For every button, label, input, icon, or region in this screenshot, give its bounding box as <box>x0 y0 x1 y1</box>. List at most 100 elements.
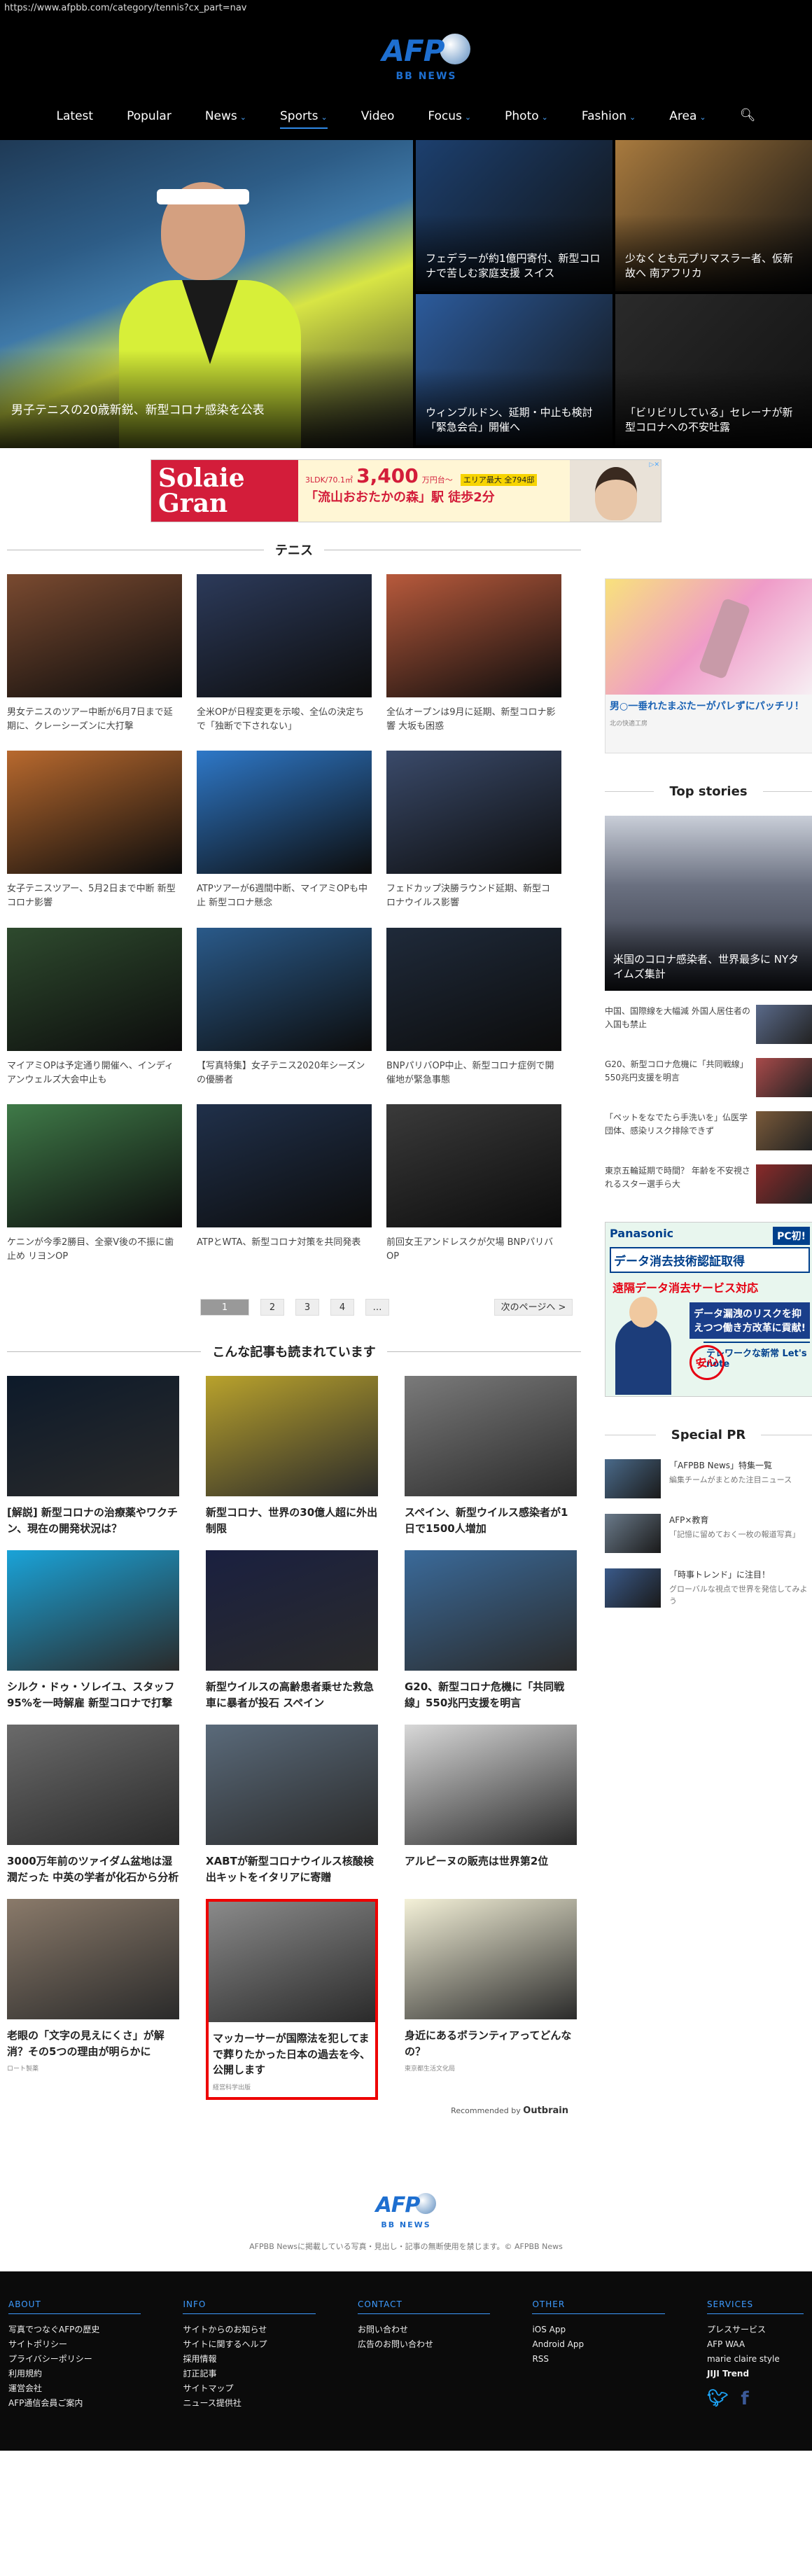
recommended-by[interactable]: Recommended by Outbrain <box>7 2105 581 2116</box>
recommended-card[interactable]: 新型コロナ、世界の30億人超に外出制限 <box>206 1376 378 1536</box>
article-card[interactable]: BNPパリバOP中止、新型コロナ症例で開催地が緊急事態 <box>386 927 561 1087</box>
search-icon[interactable]: 🔍︎ <box>723 104 773 129</box>
footer-link[interactable]: Android App <box>532 2337 706 2352</box>
recommended-thumbnail <box>405 1725 577 1846</box>
special-pr-item[interactable]: 「時事トレンド」に注目！ グローバルな視点で世界を発信してみよう <box>605 1568 812 1608</box>
article-card[interactable]: 前回女王アンドレスクが欠場 BNPパリバOP <box>386 1103 561 1264</box>
article-card[interactable]: 全米OPが日程変更を示唆、全仏の決定ちで「独断で下されない」 <box>197 574 372 734</box>
nav-item-latest[interactable]: Latest <box>40 104 111 129</box>
page-button-5[interactable]: … <box>365 1299 389 1316</box>
footer-link[interactable]: AFP通信会員ご案内 <box>8 2396 183 2411</box>
sidebar-ad[interactable]: 男○一垂れたまぶたーがパレずにパッチリ！ 北の快適工房 <box>605 578 812 753</box>
nav-item-news[interactable]: News ⌄ <box>188 104 263 129</box>
article-card[interactable]: 男女テニスのツアー中断が6月7日まで延期に、クレーシーズンに大打撃 <box>7 574 182 734</box>
hero-article[interactable]: ウィンブルドン、延期・中止も検討「緊急会合」開催へ <box>413 294 612 448</box>
article-card[interactable]: ATPとWTA、新型コロナ対策を共同発表 <box>197 1103 372 1264</box>
nav-item-video[interactable]: Video <box>344 104 412 129</box>
ad-choices-icon[interactable]: ▷✕ <box>650 461 659 468</box>
recommended-card[interactable]: スペイン、新型ウイルス感染者が1日で1500人増加 <box>405 1376 577 1536</box>
ad-brand-block: Solaie Gran ソライエグラン流山おおたかの森 <box>151 460 298 532</box>
recommended-card[interactable]: 身近にあるボランティアってどんなの？ 東京都生活文化局 <box>405 1899 577 2100</box>
special-pr-text: AFP×教育 「記憶に留めておく一枚の報道写真」 <box>661 1514 800 1541</box>
footer-link[interactable]: marie claire style <box>707 2352 804 2367</box>
special-pr-item[interactable]: 「AFPBB News」特集一覧 編集チームがまとめた注目ニュース <box>605 1459 812 1498</box>
hero-article[interactable]: フェデラーが約1億円寄付、新型コロナで苦しむ家庭支援 スイス <box>413 140 612 294</box>
page-button-2[interactable]: 2 <box>260 1299 284 1316</box>
footer-link[interactable]: 採用情報 <box>183 2352 357 2367</box>
article-card[interactable]: 女子テニスツアー、5月2日まで中断 新型コロナ影響 <box>7 751 182 910</box>
recommended-card[interactable]: 新型ウイルスの高齢患者乗せた救急車に暴者が投石 スペイン <box>206 1550 378 1711</box>
recommended-thumbnail <box>7 1899 179 2020</box>
footer-link[interactable]: 広告のお問い合わせ <box>358 2337 532 2352</box>
recommended-card[interactable]: G20、新型コロナ危機に「共同戦線」550兆円支援を明言 <box>405 1550 577 1711</box>
top-story-hero[interactable]: 米国のコロナ感染者、世界最多に NYタイムズ集計 <box>605 816 812 991</box>
footer-link[interactable]: プライバシーポリシー <box>8 2352 183 2367</box>
footer-link[interactable]: サイトからのお知らせ <box>183 2323 357 2337</box>
nav-item-photo[interactable]: Photo ⌄ <box>488 104 565 129</box>
recommended-card[interactable]: マッカーサーが国際法を犯してまで葬りたかった日本の過去を今、公開します 経営科学出… <box>206 1899 378 2100</box>
nav-item-popular[interactable]: Popular <box>110 104 188 129</box>
recommended-title: 新型コロナ、世界の30億人超に外出制限 <box>206 1506 378 1535</box>
recommended-title: アルピーヌの販売は世界第2位 <box>405 1855 549 1868</box>
top-story-item[interactable]: 東京五輪延期で時間？ 年齢を不安視されるスター選手ら大 <box>605 1164 812 1204</box>
hero-main-article[interactable]: 男子テニスの20歳新鋭、新型コロナ感染を公表 <box>0 140 413 448</box>
recommended-card[interactable]: シルク・ドゥ・ソレイユ、スタッフ95%を一時解雇 新型コロナで打撃 <box>7 1550 179 1711</box>
ad-price-suffix: 万円台～ <box>421 475 453 485</box>
footer-link[interactable]: 写真でつなぐAFPの歴史 <box>8 2323 183 2337</box>
page-button-3[interactable]: 3 <box>295 1299 319 1316</box>
footer-link[interactable]: RSS <box>532 2352 706 2367</box>
article-card[interactable]: マイアミOPは予定通り開催へ、インディアンウェルズ大会中止も <box>7 927 182 1087</box>
site-logo[interactable]: AFP BB NEWS <box>374 34 479 97</box>
recommended-card[interactable]: アルピーヌの販売は世界第2位 <box>405 1725 577 1885</box>
footer-link[interactable]: iOS App <box>532 2323 706 2337</box>
top-story-item[interactable]: 中国、国際線を大幅減 外国人居住者の入国も禁止 <box>605 1005 812 1044</box>
hero-article-caption: 「ビリビリしている」セレーナが新型コロナへの不安吐露 <box>625 405 793 434</box>
sidebar-ad-panasonic[interactable]: Panasonic PC初! データ消去技術認証取得 遠隔データ消去サービス対応… <box>605 1222 812 1397</box>
recommended-title: 身近にあるボランティアってどんなの？ <box>405 2029 572 2058</box>
article-card[interactable]: 【写真特集】女子テニス2020年シーズンの優勝者 <box>197 927 372 1087</box>
footer-link[interactable]: JIJI Trend <box>707 2367 804 2381</box>
nav-item-fashion[interactable]: Fashion ⌄ <box>565 104 652 129</box>
page-button-1[interactable]: 1 <box>200 1299 249 1316</box>
special-pr-item[interactable]: AFP×教育 「記憶に留めておく一枚の報道写真」 <box>605 1514 812 1553</box>
recommended-card[interactable]: XABTが新型コロナウイルス核酸検出キットをイタリアに寄贈 <box>206 1725 378 1885</box>
recommended-card[interactable]: 3000万年前のツァイダム盆地は湿潤だった 中英の学者が化石から分析 <box>7 1725 179 1885</box>
footer-link[interactable]: サイトマップ <box>183 2381 357 2396</box>
article-card[interactable]: ケニンが今季2勝目、全豪V後の不振に歯止め リヨンOP <box>7 1103 182 1264</box>
hero-article[interactable]: 少なくとも元プリマスラー者、仮新故へ 南アフリカ <box>612 140 812 294</box>
footer-link[interactable]: サイトポリシー <box>8 2337 183 2352</box>
article-title: フェドカップ決勝ラウンド延期、新型コロナウイルス影響 <box>386 884 551 909</box>
ad-badge: エリア最大 全794邸 <box>460 474 538 486</box>
footer-link[interactable]: お問い合わせ <box>358 2323 532 2337</box>
top-story-item[interactable]: 「ペットをなでたら手洗いを」仏医学団体、感染リスク排除できず <box>605 1111 812 1150</box>
hero-article[interactable]: 「ビリビリしている」セレーナが新型コロナへの不安吐露 <box>612 294 812 448</box>
ad-banner[interactable]: Solaie Gran ソライエグラン流山おおたかの森 3LDK/70.1㎡ 3… <box>150 459 662 532</box>
recommended-card[interactable]: 老眼の「文字の見えにくさ」が解消？その5つの理由が明らかに ロート製薬 <box>7 1899 179 2100</box>
nav-item-area[interactable]: Area ⌄ <box>652 104 722 129</box>
twitter-icon[interactable]: 🐦︎ <box>707 2388 728 2409</box>
footer-link[interactable]: 訂正記事 <box>183 2367 357 2381</box>
footer-link[interactable]: AFP WAA <box>707 2337 804 2352</box>
article-card[interactable]: フェドカップ決勝ラウンド延期、新型コロナウイルス影響 <box>386 751 561 910</box>
footer-logo[interactable]: AFP BB NEWS <box>0 2192 812 2229</box>
footer-link[interactable]: プレスサービス <box>707 2323 804 2337</box>
footer-link[interactable]: サイトに関するヘルプ <box>183 2337 357 2352</box>
next-page-button[interactable]: 次のページへ > <box>494 1299 573 1316</box>
footer-link[interactable]: ニュース提供社 <box>183 2396 357 2411</box>
hero-section: 男子テニスの20歳新鋭、新型コロナ感染を公表 フェデラーが約1億円寄付、新型コロ… <box>0 140 812 448</box>
footer-link[interactable]: 利用規約 <box>8 2367 183 2381</box>
recommended-title: マッカーサーが国際法を犯してまで葬りたかった日本の過去を今、公開します <box>213 2032 371 2077</box>
article-card[interactable]: 全仏オープンは9月に延期、新型コロナ影響 大坂も困惑 <box>386 574 561 734</box>
top-story-item[interactable]: G20、新型コロナ危機に「共同戦線」550兆円支援を明言 <box>605 1058 812 1097</box>
page-button-4[interactable]: 4 <box>330 1299 354 1316</box>
article-card[interactable]: ATPツアーが6週間中断、マイアミOPも中止 新型コロナ懸念 <box>197 751 372 910</box>
nav-item-label: Sports <box>280 109 318 123</box>
top-story-thumbnail <box>756 1005 812 1044</box>
nav-item-focus[interactable]: Focus ⌄ <box>411 104 488 129</box>
ad-model-photo <box>570 460 661 522</box>
article-title: ケニンが今季2勝目、全豪V後の不振に歯止め リヨンOP <box>7 1237 174 1262</box>
facebook-icon[interactable]: f <box>741 2388 748 2409</box>
recommended-card[interactable]: [解説] 新型コロナの治療薬やワクチン、現在の開発状況は？ <box>7 1376 179 1536</box>
footer-link[interactable]: 運営会社 <box>8 2381 183 2396</box>
nav-item-sports[interactable]: Sports ⌄ <box>263 104 344 129</box>
